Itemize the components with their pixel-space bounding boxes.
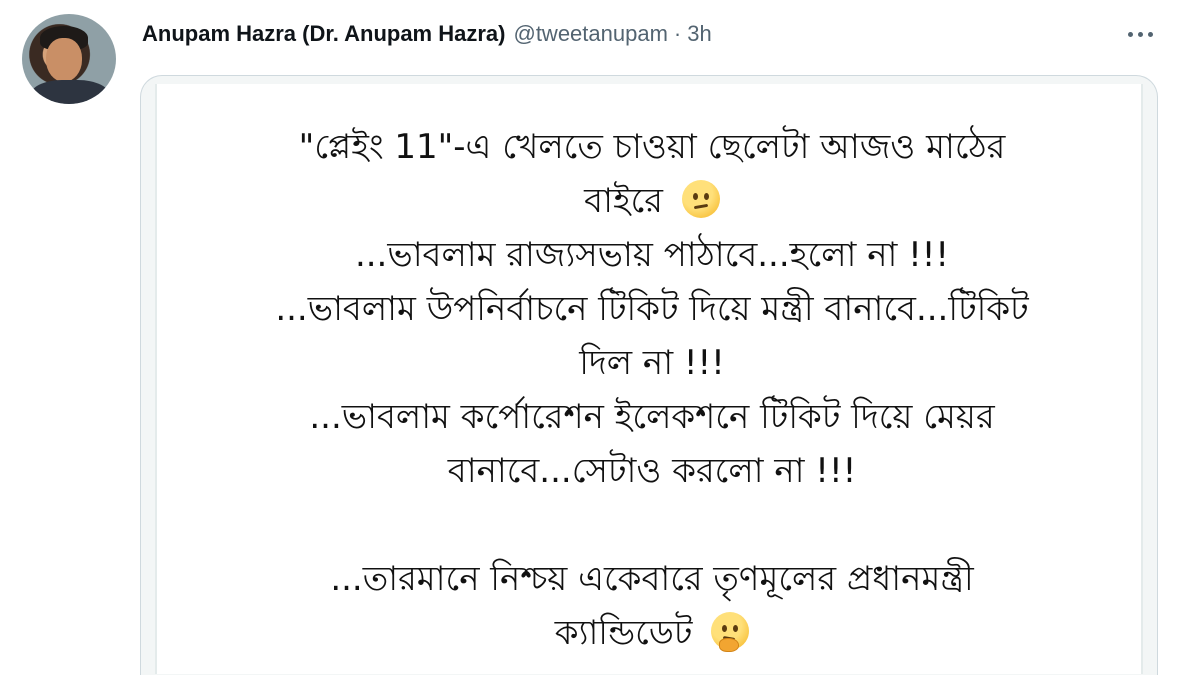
image-line-2: বাইরে: [584, 181, 664, 221]
image-line-2-wrap: বাইরে: [177, 174, 1127, 228]
avatar-shirt: [30, 80, 110, 104]
separator: ·: [673, 21, 682, 46]
image-line-9: ক্যান্ডিডেট: [554, 613, 693, 653]
image-text-block: "প্লেইং 11"-এ খেলতে চাওয়া ছেলেটা আজও মা…: [177, 120, 1127, 660]
timestamp[interactable]: 3h: [687, 21, 711, 47]
user-handle[interactable]: @tweetanupam: [513, 21, 667, 47]
tweet-media[interactable]: "প্লেইং 11"-এ খেলতে চাওয়া ছেলেটা আজও মা…: [140, 75, 1158, 675]
more-dot: [1137, 31, 1143, 37]
avatar-face: [46, 38, 82, 82]
image-line-7: বানাবে...সেটাও করলো না !!!: [447, 451, 857, 491]
image-line-1: "প্লেইং 11"-এ খেলতে চাওয়া ছেলেটা আজও মা…: [298, 127, 1006, 167]
image-line-4: ...ভাবলাম উপনির্বাচনে টিকিট দিয়ে মন্ত্র…: [275, 289, 1029, 329]
more-dot: [1147, 31, 1153, 37]
image-line-8: ...তারমানে নিশ্চয় একেবারে তৃণমূলের প্রধ…: [330, 559, 974, 599]
display-name[interactable]: Anupam Hazra (Dr. Anupam Hazra): [142, 21, 505, 47]
more-horizontal-icon[interactable]: [1120, 22, 1160, 46]
more-dot: [1127, 31, 1133, 37]
thinking-face-emoji: [711, 612, 750, 652]
tweet-header: Anupam Hazra (Dr. Anupam Hazra) @tweetan…: [142, 18, 712, 50]
image-line-9-wrap: ক্যান্ডিডেট: [177, 606, 1127, 660]
image-line-5: দিল না !!!: [579, 343, 725, 383]
tweet-image[interactable]: "প্লেইং 11"-এ খেলতে চাওয়া ছেলেটা আজও মা…: [155, 84, 1143, 674]
confused-face-emoji: [681, 180, 720, 218]
image-line-6: ...ভাবলাম কর্পোরেশন ইলেকশনে টিকিট দিয়ে …: [309, 397, 995, 437]
avatar[interactable]: [22, 14, 116, 104]
image-line-3: ...ভাবলাম রাজ্যসভায় পাঠাবে...হলো না !!!: [354, 235, 950, 275]
